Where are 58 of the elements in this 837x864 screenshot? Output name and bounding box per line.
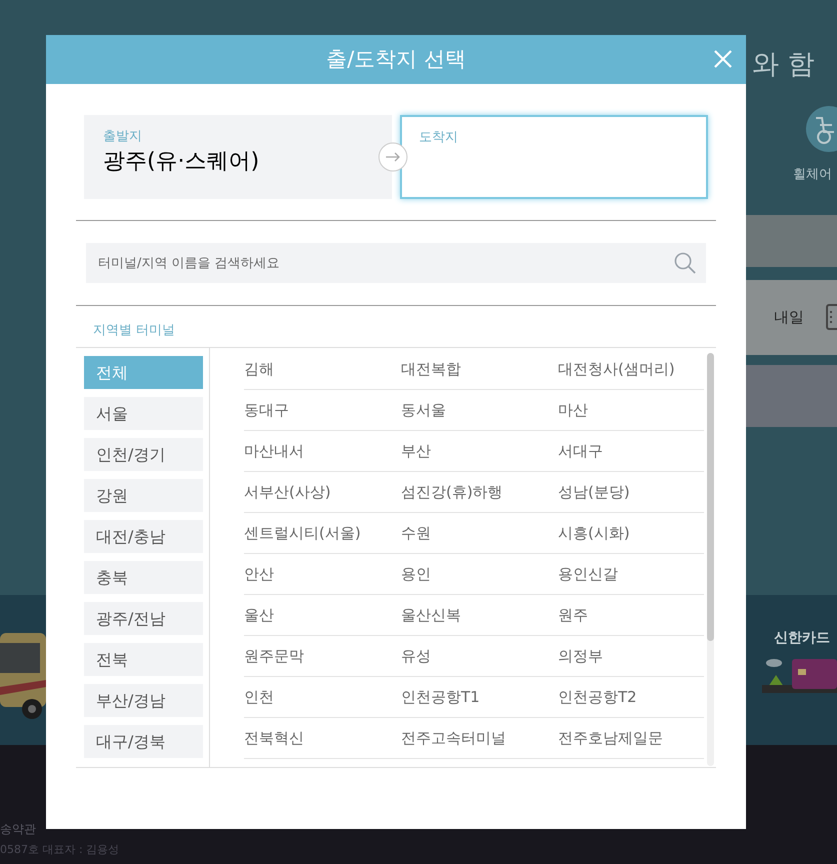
terminal-item[interactable]: 동대구 [244, 398, 289, 422]
region-tab[interactable]: 광주/전남 [84, 602, 203, 635]
terminal-item[interactable]: 서부산(사상) [244, 480, 331, 504]
terminal-item[interactable]: 원주문막 [244, 644, 304, 668]
terminal-item[interactable]: 용인 [401, 562, 431, 586]
departure-box[interactable]: 출발지 광주(유·스퀘어) [84, 115, 392, 199]
region-tab[interactable]: 대전/충남 [84, 520, 203, 553]
terminal-item[interactable]: 대전복합 [401, 358, 461, 380]
terminal-item[interactable]: 인천공항T1 [401, 686, 480, 708]
terminal-item[interactable]: 전주고속터미널 [401, 726, 506, 750]
form-field[interactable] [746, 365, 837, 427]
section-title: 지역별 터미널 [92, 322, 176, 340]
terminal-item[interactable]: 용인신갈 [558, 562, 618, 586]
terminal-item[interactable]: 인천 [244, 686, 274, 708]
terminal-item[interactable]: 시흥(시화) [558, 522, 630, 544]
terminal-item[interactable]: 울산 [244, 604, 274, 626]
region-tab[interactable]: 인천/경기 [84, 438, 203, 471]
terminal-item[interactable]: 성남(분당) [558, 480, 630, 504]
search-icon[interactable] [674, 252, 696, 274]
close-icon[interactable] [714, 50, 732, 68]
search-field[interactable]: 터미널/지역 이름을 검색하세요 [86, 243, 706, 283]
terminal-item[interactable]: 전주호남제일문 [558, 726, 663, 750]
form-field[interactable] [746, 215, 837, 267]
terminal-item[interactable]: 동서울 [401, 398, 446, 422]
arrival-label: 도착지 [419, 129, 459, 147]
terminal-item[interactable]: 전북혁신 [244, 726, 304, 750]
scrollbar-track[interactable] [707, 353, 714, 766]
departure-value: 광주(유·스퀘어) [103, 148, 260, 176]
region-tab[interactable]: 부산/경남 [84, 684, 203, 717]
modal-title: 출/도착지 선택 [326, 46, 466, 73]
region-tab[interactable]: 전북 [84, 643, 203, 676]
date-option[interactable]: 내일 [774, 306, 804, 328]
terminal-item[interactable]: 안산 [244, 562, 274, 586]
terminal-item[interactable]: 의정부 [558, 644, 603, 668]
headline-text: 와 함 [752, 48, 815, 82]
terminal-item[interactable]: 인천공항T2 [558, 686, 637, 708]
terminal-item[interactable]: 마산내서 [244, 440, 304, 462]
terminal-item[interactable]: 섬진강(휴)하행 [401, 480, 503, 504]
terminal-item[interactable]: 울산신복 [401, 604, 461, 626]
terminal-item[interactable]: 센트럴시티(서울) [244, 522, 361, 544]
region-tab[interactable]: 서울 [84, 397, 203, 430]
terminal-item[interactable]: 원주 [558, 604, 588, 626]
terminal-item[interactable]: 유성 [401, 644, 431, 668]
terminal-item[interactable]: 대전청사(샘머리) [558, 358, 675, 380]
scrollbar-thumb[interactable] [707, 353, 714, 641]
wheelchair-icon[interactable] [806, 106, 837, 152]
calendar-icon[interactable] [826, 304, 837, 330]
card-promo-title: 신한카드 [774, 629, 830, 648]
terminal-item[interactable]: 김해 [244, 358, 274, 380]
region-tab[interactable]: 대구/경북 [84, 725, 203, 758]
region-tab[interactable]: 강원 [84, 479, 203, 512]
wheelchair-label: 휠체어 [793, 166, 832, 184]
terminal-item[interactable]: 마산 [558, 398, 588, 422]
terminal-item[interactable]: 서대구 [558, 440, 603, 462]
terminal-item[interactable]: 수원 [401, 522, 431, 544]
departure-label: 출발지 [103, 128, 143, 146]
terminal-item[interactable]: 부산 [401, 440, 431, 462]
region-tab[interactable]: 충북 [84, 561, 203, 594]
